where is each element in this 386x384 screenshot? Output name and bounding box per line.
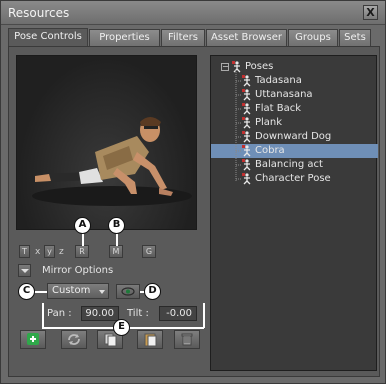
pose-preview-viewport[interactable] [16, 55, 197, 230]
visibility-toggle-button[interactable] [116, 284, 140, 299]
tab-sets[interactable]: Sets [339, 29, 371, 46]
tilt-input[interactable]: -0.00 [159, 306, 197, 321]
mirror-mode-value: Custom [52, 285, 91, 296]
tab-pose-controls[interactable]: Pose Controls [8, 28, 88, 47]
mirror-mode-select[interactable]: Custom [47, 283, 109, 299]
posed-figure-image [32, 117, 192, 206]
callout-c: C [18, 283, 35, 300]
x-axis-toggle[interactable]: x [35, 247, 40, 257]
y-axis-toggle[interactable]: y [44, 245, 55, 258]
global-toggle[interactable]: G [142, 245, 156, 258]
pan-label: Pan : [47, 308, 72, 319]
delete-pose-button[interactable] [174, 330, 200, 349]
pan-input[interactable]: 90.00 [81, 306, 119, 321]
callout-c-leader [33, 291, 47, 293]
tree-connector-lines [235, 70, 241, 181]
title-bar: Resources X [1, 1, 385, 25]
chevron-down-icon [99, 290, 105, 294]
callout-e: E [113, 319, 130, 336]
rotate-toggle[interactable]: R [75, 245, 89, 258]
refresh-pose-button[interactable] [61, 330, 87, 349]
plus-icon [27, 333, 39, 345]
close-button[interactable]: X [363, 5, 378, 20]
callout-b-leader [116, 233, 118, 246]
z-axis-toggle[interactable]: z [59, 247, 64, 257]
move-toggle[interactable]: M [109, 245, 123, 258]
paste-pose-button[interactable] [137, 330, 163, 349]
callout-a-leader [82, 233, 84, 246]
callout-e-bracket-right [203, 303, 205, 328]
tilt-label: Tilt : [127, 308, 149, 319]
pose-tree: − Poses Tadasana Uttanasana Flat Back Pl… [210, 55, 378, 371]
window-title: Resources [8, 6, 70, 20]
mirror-options-expander[interactable] [18, 264, 31, 277]
close-icon: X [366, 6, 375, 19]
tab-bar: Pose Controls Properties Filters Asset B… [8, 28, 380, 47]
tab-properties[interactable]: Properties [89, 29, 160, 46]
eye-icon [121, 287, 135, 296]
tab-filters[interactable]: Filters [161, 29, 205, 46]
callout-b: B [108, 217, 125, 234]
pose-controls-panel: − Poses Tadasana Uttanasana Flat Back Pl… [8, 46, 380, 377]
refresh-icon [68, 334, 80, 345]
paste-icon [144, 333, 157, 347]
tab-groups[interactable]: Groups [288, 29, 338, 46]
callout-e-bracket-left [42, 303, 44, 328]
callout-d: D [144, 283, 161, 300]
mirror-options-label: Mirror Options [42, 265, 114, 276]
callout-a: A [74, 217, 91, 234]
tab-asset-browser[interactable]: Asset Browser [206, 29, 287, 46]
add-pose-button[interactable] [20, 330, 46, 349]
translate-toggle[interactable]: T [19, 245, 30, 258]
trash-icon [181, 333, 193, 346]
resources-window: Resources X Pose Controls Properties Fil… [0, 0, 386, 384]
